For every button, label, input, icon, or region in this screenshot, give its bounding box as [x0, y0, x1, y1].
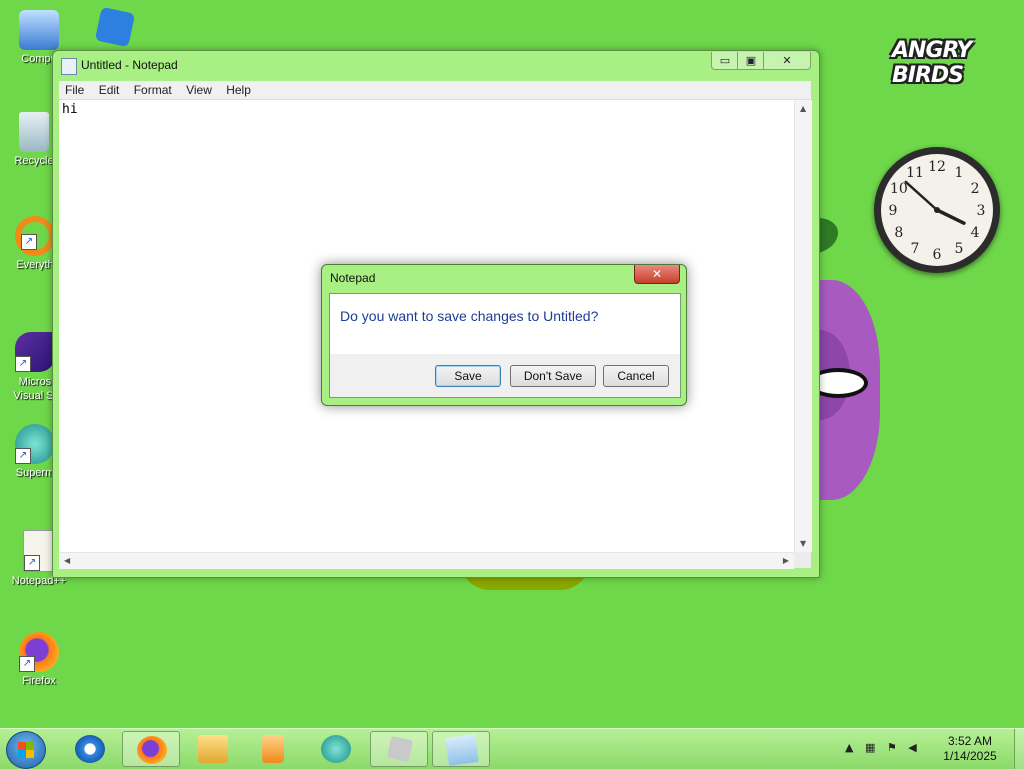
- dialog-message: Do you want to save changes to Untitled?: [340, 308, 599, 324]
- clock-numeral: 10: [890, 181, 908, 197]
- scroll-right-icon[interactable]: ▶: [783, 556, 789, 565]
- taskbar: ▲ ▦ ⚑ ◀ 3:52 AM 1/14/2025: [0, 728, 1024, 769]
- menu-file[interactable]: File: [59, 81, 89, 99]
- shortcut-arrow-icon: ↗: [15, 356, 31, 372]
- clock-gadget[interactable]: 12 1 2 3 4 5 6 7 8 9 10 11: [874, 147, 1000, 273]
- recycle-bin-icon: [19, 112, 49, 152]
- scroll-left-icon[interactable]: ◀: [64, 556, 70, 565]
- network-icon[interactable]: ▦: [865, 741, 875, 754]
- clock-numeral: 4: [971, 225, 980, 241]
- menu-edit[interactable]: Edit: [93, 81, 125, 99]
- scroll-down-icon[interactable]: ▼: [800, 539, 806, 548]
- taskbar-internet-explorer[interactable]: [61, 731, 119, 767]
- clock-numeral: 3: [977, 203, 986, 219]
- taskbar-firefox[interactable]: [122, 731, 180, 767]
- taskbar-time: 3:52 AM: [947, 734, 993, 748]
- shortcut-arrow-icon: ↗: [21, 234, 37, 250]
- clock-hands: 12 12 3 45678 9 1011: [889, 159, 986, 263]
- clock-numeral: 8: [894, 225, 903, 241]
- clock-center-pin: [934, 207, 940, 213]
- firefox-icon: ↗: [19, 632, 59, 672]
- clock-hour-hand: [935, 208, 966, 225]
- dialog-close-button[interactable]: ✕: [634, 265, 680, 284]
- save-changes-dialog[interactable]: Notepad ✕ Do you want to save changes to…: [321, 264, 687, 406]
- shortcut-arrow-icon: ↗: [15, 448, 31, 464]
- dont-save-button[interactable]: Don't Save: [510, 365, 596, 387]
- menu-view[interactable]: View: [180, 81, 217, 99]
- scroll-up-icon[interactable]: ▲: [800, 104, 806, 113]
- media-player-icon: [262, 735, 284, 763]
- firefox-icon: [137, 736, 167, 764]
- desktop-icon-roblox[interactable]: [80, 6, 150, 48]
- horizontal-scrollbar[interactable]: ◀ ▶: [59, 552, 794, 569]
- supermium-icon: ↗: [15, 424, 55, 464]
- start-button[interactable]: [6, 731, 46, 769]
- dialog-body: Do you want to save changes to Untitled?…: [329, 293, 681, 398]
- clock-numeral: 9: [889, 203, 898, 219]
- computer-icon: [19, 10, 59, 50]
- shortcut-arrow-icon: ↗: [24, 555, 40, 571]
- clock-numeral: 5: [955, 241, 964, 257]
- taskbar-date: 1/14/2025: [943, 749, 997, 763]
- resize-grip[interactable]: [794, 552, 811, 568]
- menu-help[interactable]: Help: [220, 81, 256, 99]
- dialog-message-area: Do you want to save changes to Untitled?: [330, 294, 680, 354]
- vertical-scrollbar[interactable]: ▲ ▼: [794, 100, 812, 552]
- menu-bar: File Edit Format View Help: [59, 81, 811, 100]
- clock-numeral: 1: [955, 165, 964, 181]
- window-title: Untitled - Notepad: [81, 58, 178, 72]
- minimize-button[interactable]: ▭: [711, 52, 739, 70]
- notepadpp-icon: ↗: [23, 530, 55, 572]
- desktop-icon-firefox[interactable]: ↗ Firefox: [4, 632, 74, 687]
- clock-minute-hand: [904, 180, 939, 212]
- clock-numeral: 2: [971, 181, 980, 197]
- clock-numeral: 11: [906, 165, 924, 181]
- file-explorer-icon: [198, 735, 228, 763]
- internet-explorer-icon: [75, 735, 105, 763]
- roblox-icon: [386, 735, 414, 763]
- cancel-button[interactable]: Cancel: [603, 365, 669, 387]
- windows-logo-icon: [18, 742, 34, 758]
- taskbar-clock[interactable]: 3:52 AM 1/14/2025: [930, 734, 1010, 764]
- supermium-icon: [321, 735, 351, 763]
- notepad-icon: [445, 734, 479, 766]
- menu-format[interactable]: Format: [128, 81, 177, 99]
- close-button[interactable]: ✕: [763, 52, 811, 70]
- shortcut-arrow-icon: ↗: [19, 656, 35, 672]
- taskbar-roblox[interactable]: [370, 731, 428, 767]
- roblox-icon: [94, 6, 136, 48]
- show-desktop-button[interactable]: [1014, 729, 1024, 769]
- maximize-button[interactable]: ▣: [737, 52, 765, 70]
- taskbar-supermium[interactable]: [307, 731, 365, 767]
- notepad-icon: [61, 58, 77, 75]
- clock-numeral: 7: [911, 241, 920, 257]
- volume-muted-icon[interactable]: ◀: [908, 741, 916, 754]
- system-tray: ▲ ▦ ⚑ ◀: [845, 741, 925, 754]
- action-center-flag-icon[interactable]: ⚑: [887, 741, 897, 754]
- visual-studio-icon: ↗: [15, 332, 55, 372]
- taskbar-file-explorer[interactable]: [184, 731, 242, 767]
- clock-numeral: 6: [933, 247, 942, 263]
- save-button[interactable]: Save: [435, 365, 501, 387]
- taskbar-notepad[interactable]: [432, 731, 490, 767]
- wallpaper-brand-logo: ANGRY BIRDS: [892, 38, 972, 88]
- taskbar-media-player[interactable]: [244, 731, 302, 767]
- dialog-title: Notepad: [330, 271, 376, 285]
- show-hidden-icons-button[interactable]: ▲: [845, 741, 853, 754]
- clock-numeral: 12: [928, 159, 946, 175]
- everything-search-icon: ↗: [15, 216, 55, 256]
